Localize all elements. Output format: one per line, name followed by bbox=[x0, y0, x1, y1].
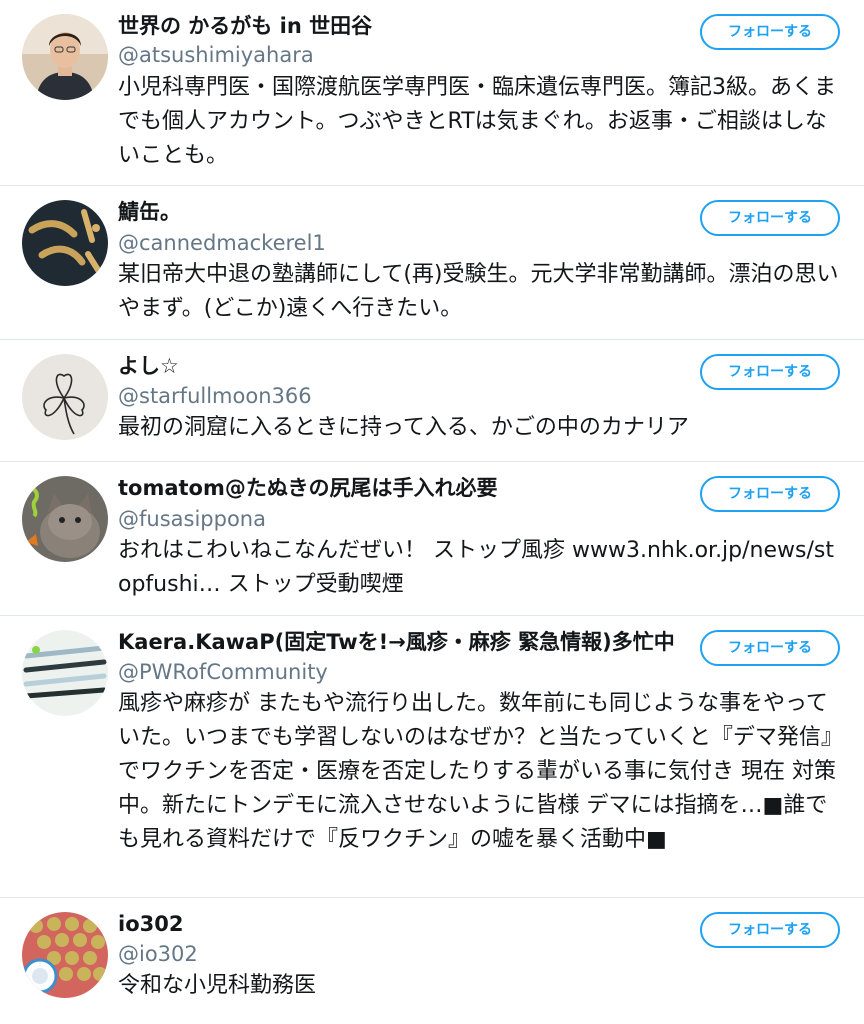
user-bio: 小児科専門医・国際渡航医学専門医・臨床遺伝専門医。簿記3級。あくまでも個人アカウ… bbox=[118, 75, 836, 168]
follow-button[interactable]: フォローする bbox=[700, 630, 840, 666]
user-cell[interactable]: Kaera.KawaP(固定Twを!→風疹・麻疹 緊急情報)多忙中 @PWRof… bbox=[0, 616, 864, 898]
cookies-avatar-image bbox=[22, 912, 108, 998]
avatar[interactable] bbox=[22, 630, 108, 716]
follow-button[interactable]: フォローする bbox=[700, 354, 840, 390]
user-handle[interactable]: @cannedmackerel1 bbox=[118, 229, 326, 257]
user-display-name[interactable]: 鯖缶。 bbox=[118, 198, 181, 226]
avatar[interactable] bbox=[22, 200, 108, 286]
user-cell[interactable]: 世界の かるがも in 世田谷 @atsushimiyahara 小児科専門医・… bbox=[0, 0, 864, 186]
follow-button[interactable]: フォローする bbox=[700, 476, 840, 512]
user-display-name[interactable]: tomatom@たぬきの尻尾は手入れ必要 bbox=[118, 474, 497, 502]
person-avatar-image bbox=[22, 14, 108, 100]
user-handle[interactable]: @PWRofCommunity bbox=[118, 658, 328, 686]
user-cell[interactable]: io302 @io302 令和な小児科勤務医 フォローする bbox=[0, 898, 864, 1024]
avatar[interactable] bbox=[22, 912, 108, 998]
avatar[interactable] bbox=[22, 14, 108, 100]
user-handle[interactable]: @io302 bbox=[118, 940, 198, 968]
user-display-name[interactable]: よし☆ bbox=[118, 352, 179, 380]
user-cell[interactable]: よし☆ @starfullmoon366 最初の洞窟に入るときに持って入る、かご… bbox=[0, 340, 864, 462]
user-handle[interactable]: @atsushimiyahara bbox=[118, 41, 314, 69]
follow-button[interactable]: フォローする bbox=[700, 14, 840, 50]
user-handle[interactable]: @starfullmoon366 bbox=[118, 382, 312, 410]
avatar[interactable] bbox=[22, 354, 108, 440]
user-display-name[interactable]: io302 bbox=[118, 910, 183, 938]
user-cell[interactable]: 鯖缶。 @cannedmackerel1 某旧帝大中退の塾講師にして(再)受験生… bbox=[0, 186, 864, 340]
user-bio: 令和な小児科勤務医 bbox=[118, 973, 317, 998]
user-bio: おれはこわいねこなんだぜい！ ストップ風疹 www3.nhk.or.jp/new… bbox=[118, 538, 834, 597]
avatar[interactable] bbox=[22, 476, 108, 562]
user-handle[interactable]: @fusasippona bbox=[118, 505, 266, 533]
calligraphy-avatar-image bbox=[22, 200, 108, 286]
cat-avatar-image bbox=[22, 476, 108, 562]
clover-avatar-image bbox=[22, 354, 108, 440]
user-bio: 風疹や麻疹が またもや流行り出した。数年前にも同じような事をやっていた。いつまで… bbox=[118, 691, 843, 852]
user-bio: 最初の洞窟に入るときに持って入る、かごの中のカナリア bbox=[118, 415, 689, 440]
pens-avatar-image bbox=[22, 630, 108, 716]
user-bio: 某旧帝大中退の塾講師にして(再)受験生。元大学非常勤講師。漂泊の思いやまず。(ど… bbox=[118, 262, 839, 321]
user-display-name[interactable]: 世界の かるがも in 世田谷 bbox=[118, 12, 372, 40]
user-display-name[interactable]: Kaera.KawaP(固定Twを!→風疹・麻疹 緊急情報)多忙中 bbox=[118, 628, 675, 656]
user-cell[interactable]: tomatom@たぬきの尻尾は手入れ必要 @fusasippona おれはこわい… bbox=[0, 462, 864, 616]
follow-button[interactable]: フォローする bbox=[700, 912, 840, 948]
follow-button[interactable]: フォローする bbox=[700, 200, 840, 236]
